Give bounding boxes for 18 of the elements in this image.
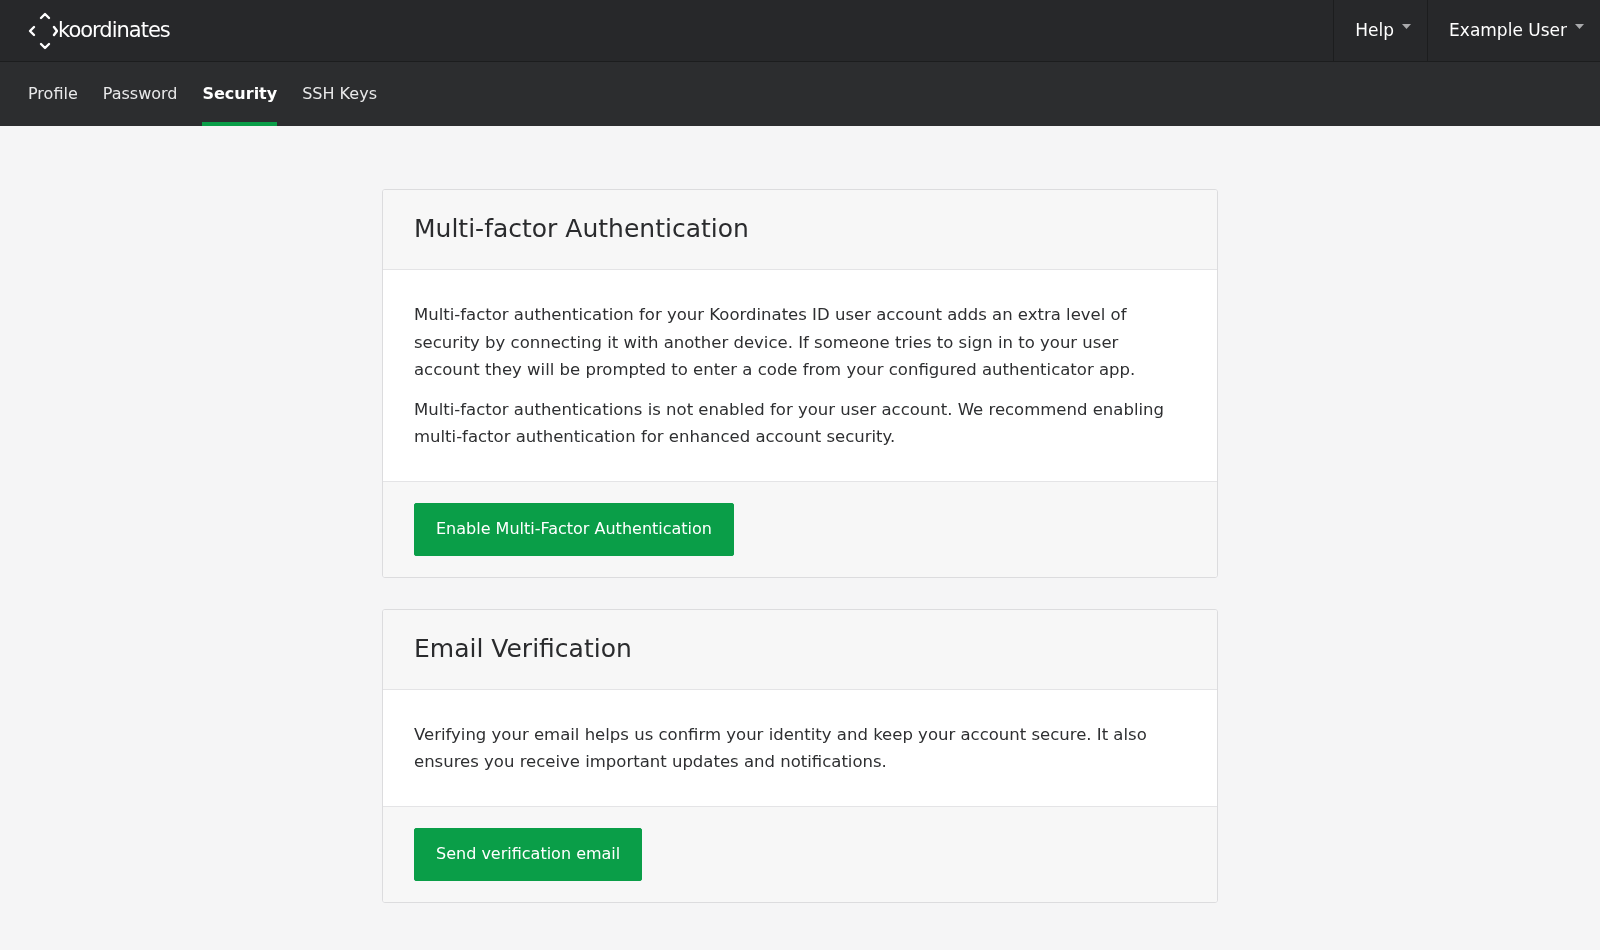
dropdown-menu-button[interactable]: Example User: [1427, 0, 1600, 61]
brand-name: koordinates: [58, 20, 170, 41]
caret-icon: [1575, 24, 1584, 29]
nav-tab[interactable]: Password: [102, 62, 178, 126]
logo-chevrons-icon: [28, 10, 58, 51]
description-text: Multi-factor authentication for your Koordinates ID user account adds an extra level of security by connecting it with another device. If someone tries to sign in to your user account they will be prompted to enter a code from your configured authenticator app.: [414, 304, 1137, 381]
caret-icon: [1402, 24, 1412, 29]
action-button[interactable]: Enable Multi-Factor Authentication: [414, 502, 734, 556]
description-text: Multi-factor authentications is not enabled for your user account. We recommend enabling multi-factor authentication for enhanced account security.: [414, 398, 1165, 448]
description-text: Verifying your email helps us confirm your identity and keep your account secure. It also ensures you receive important updates and notifications.: [414, 723, 1148, 773]
nav-tab[interactable]: Profile: [28, 62, 78, 126]
action-button[interactable]: Send verification email: [414, 827, 643, 881]
panel-title: Email Verification: [414, 632, 633, 665]
dropdown-menu-button[interactable]: Help: [1333, 0, 1428, 61]
panel-title: Multi-factor Authentication: [414, 213, 750, 245]
brand-link[interactable]: koordinates: [28, 10, 170, 51]
nav-tab[interactable]: Security: [202, 62, 278, 126]
nav-tab[interactable]: SSH Keys: [302, 62, 377, 126]
